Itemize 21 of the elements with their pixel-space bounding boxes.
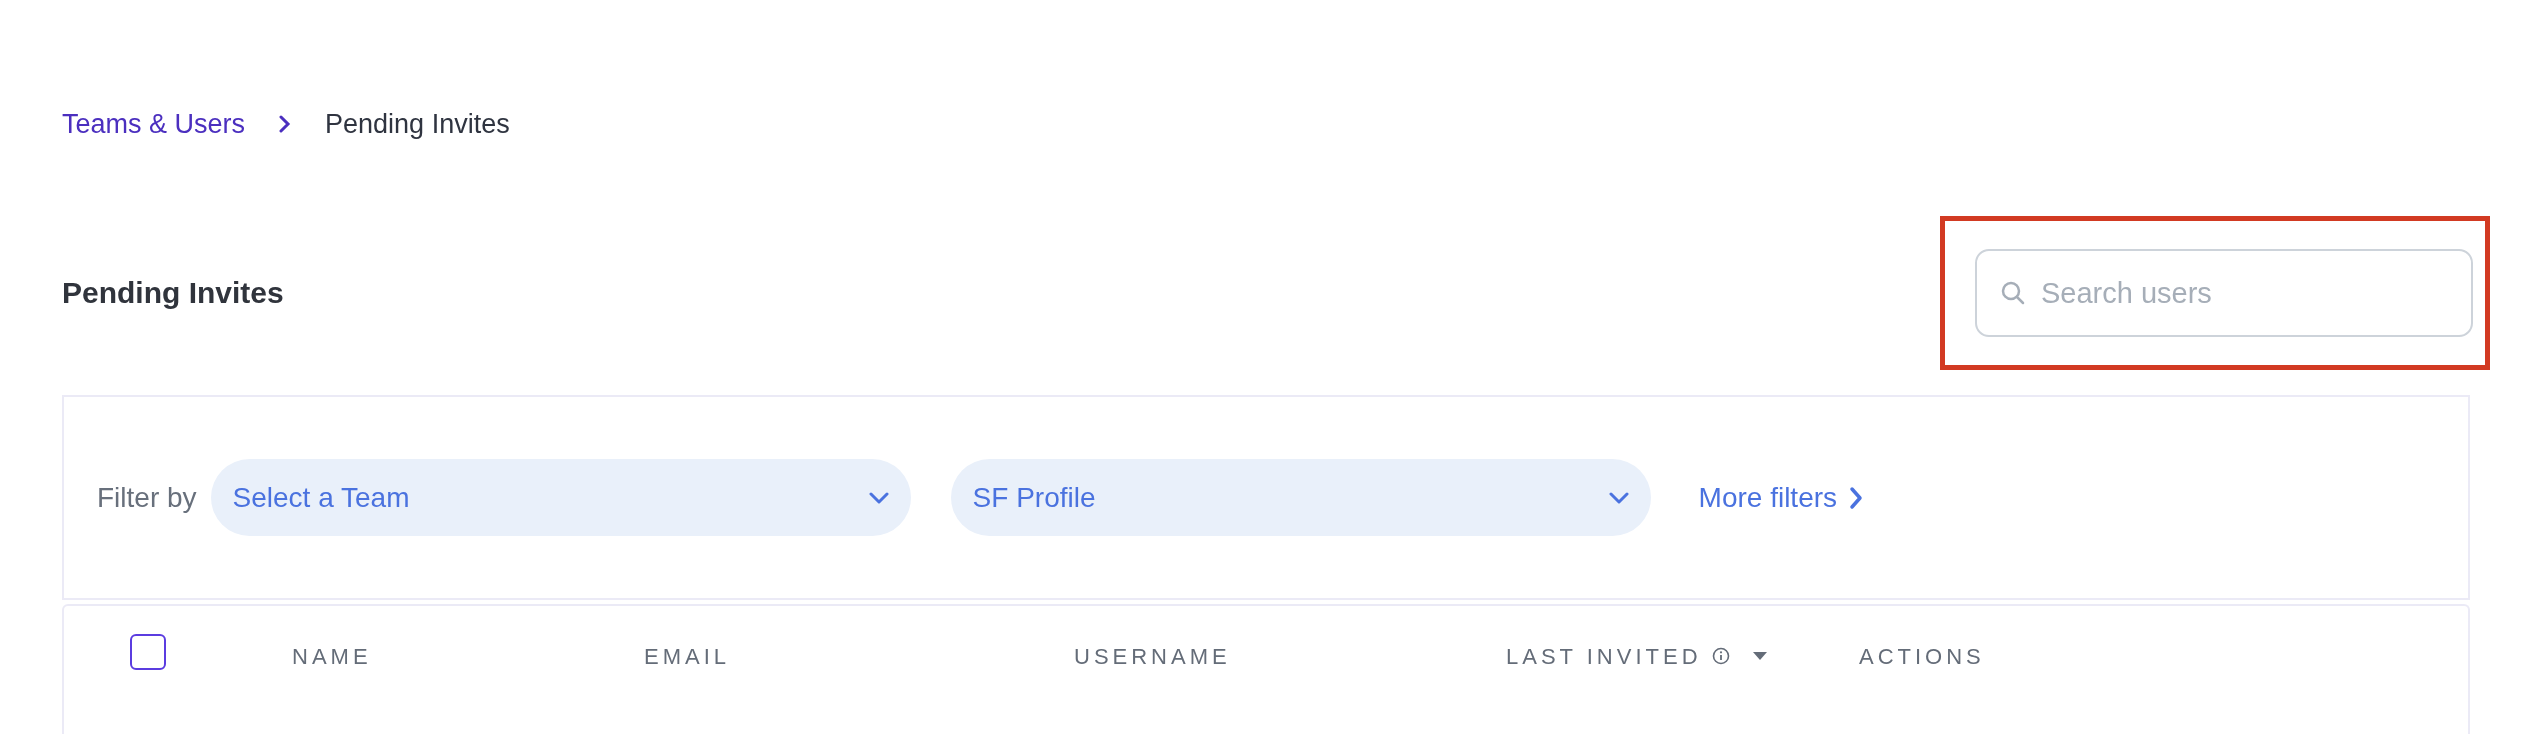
- column-header: ACTIONS: [1859, 642, 1985, 671]
- column-header: USERNAME: [1074, 642, 1231, 671]
- breadcrumb-current: Pending Invites: [325, 107, 510, 141]
- page-title: Pending Invites: [62, 275, 284, 311]
- chevron-down-icon: [868, 490, 889, 505]
- sort-caret-icon: [1751, 651, 1768, 661]
- chevron-down-icon: [1608, 490, 1629, 505]
- breadcrumb-link[interactable]: Teams & Users: [62, 103, 246, 145]
- column-header: EMAIL: [644, 642, 731, 671]
- column-header: NAME: [292, 642, 372, 671]
- search-field[interactable]: Search users: [1975, 249, 2473, 337]
- select-all-checkbox[interactable]: [130, 634, 166, 670]
- filter-dropdown[interactable]: Select a Team: [210, 459, 911, 536]
- more-filters-link[interactable]: More filters: [1698, 476, 1864, 519]
- chevron-right-icon: [279, 115, 292, 133]
- filter-label: Filter by: [97, 480, 197, 515]
- column-header[interactable]: LAST INVITED: [1506, 639, 1702, 673]
- filter-dropdown[interactable]: SF Profile: [950, 459, 1651, 536]
- info-icon: [1711, 647, 1730, 665]
- search-icon: [2001, 281, 2025, 305]
- chevron-right-icon: [1849, 485, 1864, 510]
